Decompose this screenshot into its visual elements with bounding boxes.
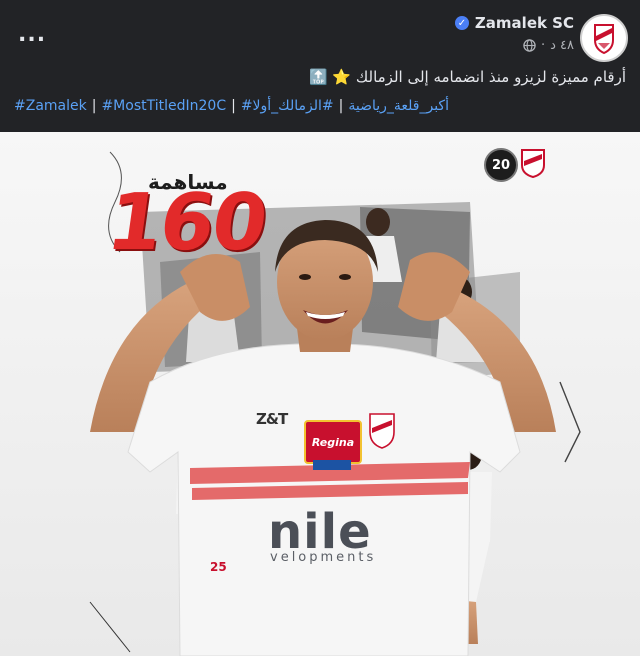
zamalek-crest-icon: [521, 149, 545, 178]
sponsor-badge: Regina: [304, 420, 362, 464]
page-name-row: ✓ Zamalek SC: [454, 14, 574, 32]
meta-dot: ·: [540, 38, 546, 53]
hashtag-link[interactable]: #MostTitledIn20C: [101, 98, 226, 114]
page-name[interactable]: Zamalek SC: [475, 14, 574, 32]
hashtag-row: #Zamalek | #MostTitledIn20C | #أكبر_قلعة_ريا…: [14, 98, 449, 114]
player-number: 25: [210, 560, 227, 574]
post-image[interactable]: مساهمة 160 20 Z&T Regina nile velopments…: [0, 132, 640, 656]
post-header: ... ✓ Zamalek SC · ٤٨ د أرقام مميزة لزيز…: [0, 0, 640, 132]
hashtag-link[interactable]: #الزمالك_أولا: [253, 98, 334, 114]
stat-value: 160: [101, 178, 272, 268]
avatar-zamalek-crest: [582, 16, 626, 60]
badge-20-icon: 20: [484, 148, 518, 182]
hashtag-separator: |: [231, 98, 236, 114]
shirt-sponsor-sub: velopments: [270, 550, 377, 565]
post-time[interactable]: ٤٨ د: [550, 38, 574, 53]
globe-icon: [523, 39, 536, 52]
facebook-post: ... ✓ Zamalek SC · ٤٨ د أرقام مميزة لزيز…: [0, 0, 640, 656]
hashtag-link[interactable]: #Zamalek: [14, 98, 87, 114]
poster-artwork: [0, 132, 640, 656]
hashtag-separator: |: [91, 98, 97, 114]
hashtag-separator: |: [338, 98, 344, 114]
page-avatar[interactable]: [580, 14, 628, 62]
sponsor-tag: [313, 460, 351, 470]
jersey-brand-logo: Z&T: [256, 410, 288, 428]
post-caption: أرقام مميزة لزيزو منذ انضمامه إلى الزمال…: [308, 68, 626, 86]
more-options-button[interactable]: ...: [18, 22, 46, 47]
post-meta: · ٤٨ د: [523, 38, 574, 53]
verified-icon: ✓: [454, 16, 469, 30]
